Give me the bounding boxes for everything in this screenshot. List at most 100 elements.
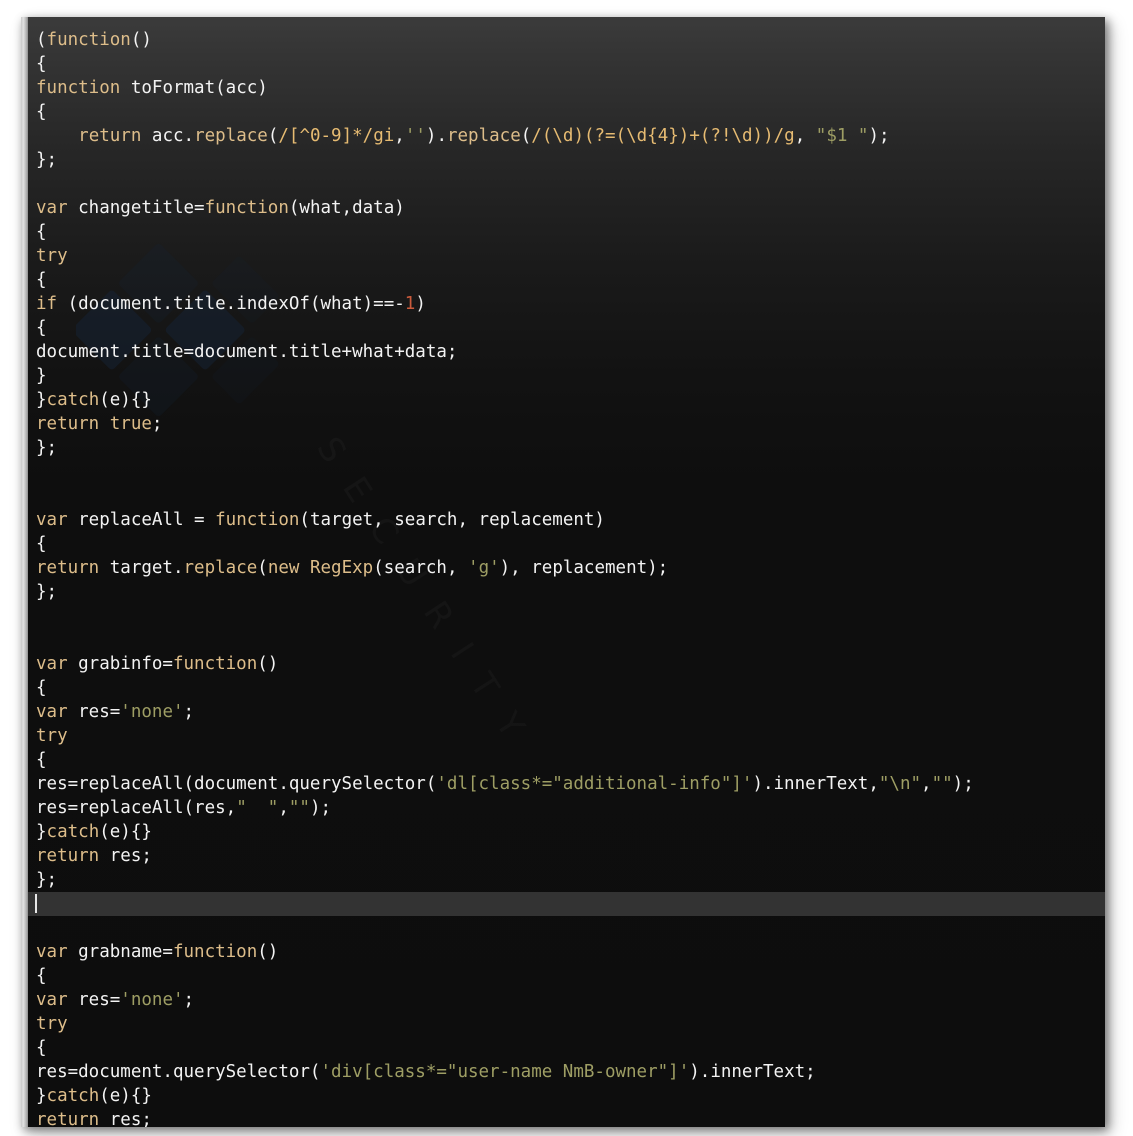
code-token: {	[36, 750, 47, 770]
code-token: 'none'	[120, 990, 184, 1010]
code-token: ""	[931, 774, 953, 794]
code-token: res=document.querySelector(	[36, 1062, 321, 1082]
code-line[interactable]: return acc.replace(/[^0-9]*/gi,'').repla…	[36, 124, 1105, 148]
code-line[interactable]	[36, 484, 1105, 508]
code-line[interactable]: if (document.title.indexOf(what)==-1)	[36, 292, 1105, 316]
code-line[interactable]: {	[36, 1036, 1105, 1060]
code-token: 'g'	[468, 558, 500, 578]
code-line[interactable]: }catch(e){}	[36, 1084, 1105, 1108]
code-line[interactable]: }catch(e){}	[36, 820, 1105, 844]
code-token: ()	[130, 30, 152, 50]
code-token: acc.	[141, 126, 195, 146]
code-token: (e){}	[99, 390, 152, 410]
code-line[interactable]	[36, 460, 1105, 484]
code-token: 'dl[class*="additional-info"]'	[436, 774, 753, 794]
code-line[interactable]: {	[36, 100, 1105, 124]
code-line[interactable]: }	[36, 364, 1105, 388]
code-token: " "	[236, 798, 279, 818]
code-line[interactable]: var grabname=function()	[36, 940, 1105, 964]
code-token: }	[36, 1086, 47, 1106]
code-token: changetitle=	[67, 198, 205, 218]
code-token: replaceAll =	[67, 510, 216, 530]
left-scroll-rail[interactable]	[21, 17, 28, 1127]
code-token: try	[36, 1014, 68, 1034]
code-line[interactable]: };	[36, 580, 1105, 604]
code-line[interactable]: {	[36, 52, 1105, 76]
code-token: );	[868, 126, 890, 146]
code-line[interactable]: res=replaceAll(document.querySelector('d…	[36, 772, 1105, 796]
code-line[interactable]: (function()	[36, 28, 1105, 52]
code-token: return	[36, 558, 100, 578]
code-token: {	[36, 54, 47, 74]
code-line[interactable]: {	[36, 220, 1105, 244]
code-line[interactable]	[36, 628, 1105, 652]
code-token: return	[36, 846, 100, 866]
code-line[interactable]: };	[36, 148, 1105, 172]
code-token: ;	[151, 414, 163, 434]
code-line[interactable]: try	[36, 1012, 1105, 1036]
code-line[interactable]: {	[36, 316, 1105, 340]
code-line[interactable]: {	[36, 268, 1105, 292]
code-line[interactable]: var replaceAll = function(target, search…	[36, 508, 1105, 532]
code-token: ;	[183, 990, 195, 1010]
code-token: ,	[921, 774, 932, 794]
code-token: 1	[404, 294, 416, 314]
code-line[interactable]: var res='none';	[36, 700, 1105, 724]
code-token: };	[36, 438, 58, 458]
code-line[interactable]: {	[36, 676, 1105, 700]
code-token: };	[36, 150, 58, 170]
code-token: ()	[257, 942, 279, 962]
code-line[interactable]	[36, 604, 1105, 628]
code-token: ,	[394, 126, 405, 146]
code-token: {	[36, 270, 47, 290]
code-line[interactable]: try	[36, 724, 1105, 748]
code-line[interactable]: }catch(e){}	[36, 388, 1105, 412]
code-line[interactable]	[36, 172, 1105, 196]
code-line[interactable]: var grabinfo=function()	[36, 652, 1105, 676]
code-token: res;	[99, 1110, 152, 1127]
code-line[interactable]: {	[36, 964, 1105, 988]
code-line[interactable]: };	[36, 436, 1105, 460]
code-token: );	[952, 774, 974, 794]
code-token: {	[36, 102, 47, 122]
code-token: ).innerText,	[752, 774, 879, 794]
code-line[interactable]: return res;	[36, 844, 1105, 868]
code-line[interactable]: var changetitle=function(what,data)	[36, 196, 1105, 220]
code-line[interactable]: return res;	[36, 1108, 1105, 1127]
code-line[interactable]: res=replaceAll(res," ","");	[36, 796, 1105, 820]
code-token: var	[36, 702, 68, 722]
code-line[interactable]: var res='none';	[36, 988, 1105, 1012]
code-line[interactable]	[36, 916, 1105, 940]
code-line[interactable]: return true;	[36, 412, 1105, 436]
code-token: {	[36, 678, 47, 698]
code-token: res;	[99, 846, 152, 866]
code-token: catch	[46, 1086, 100, 1106]
code-token: (	[36, 30, 47, 50]
code-line[interactable]: return target.replace(new RegExp(search,…	[36, 556, 1105, 580]
code-token: var	[36, 654, 68, 674]
code-line[interactable]: try	[36, 244, 1105, 268]
code-token: if	[36, 294, 58, 314]
code-panel[interactable]: SECURITY LAYER (function(){function toFo…	[28, 17, 1105, 1127]
code-token: RegExp	[309, 558, 374, 578]
code-line[interactable]: res=document.querySelector('div[class*="…	[36, 1060, 1105, 1084]
code-line[interactable]: };	[36, 868, 1105, 892]
code-line[interactable]: document.title=document.title+what+data;	[36, 340, 1105, 364]
code-token: )	[415, 294, 426, 314]
code-line[interactable]: {	[36, 748, 1105, 772]
code-line[interactable]: {	[36, 532, 1105, 556]
code-line[interactable]	[28, 892, 1105, 916]
code-token: function	[172, 654, 258, 674]
code-token: function	[215, 510, 300, 530]
code-line[interactable]: function toFormat(acc)	[36, 76, 1105, 100]
code-token: var	[36, 198, 68, 218]
code-token: (	[267, 126, 279, 146]
code-token: }	[36, 366, 47, 386]
code-token: /(\d)(?=(\d{4})+(?!\d))/g	[531, 126, 795, 146]
code-token: ;	[183, 702, 195, 722]
code-text-area[interactable]: (function(){function toFormat(acc){ retu…	[28, 17, 1105, 1127]
code-token: ()	[257, 654, 279, 674]
code-token: {	[36, 1038, 47, 1058]
code-token: {	[36, 966, 47, 986]
code-token: res=	[67, 990, 121, 1010]
